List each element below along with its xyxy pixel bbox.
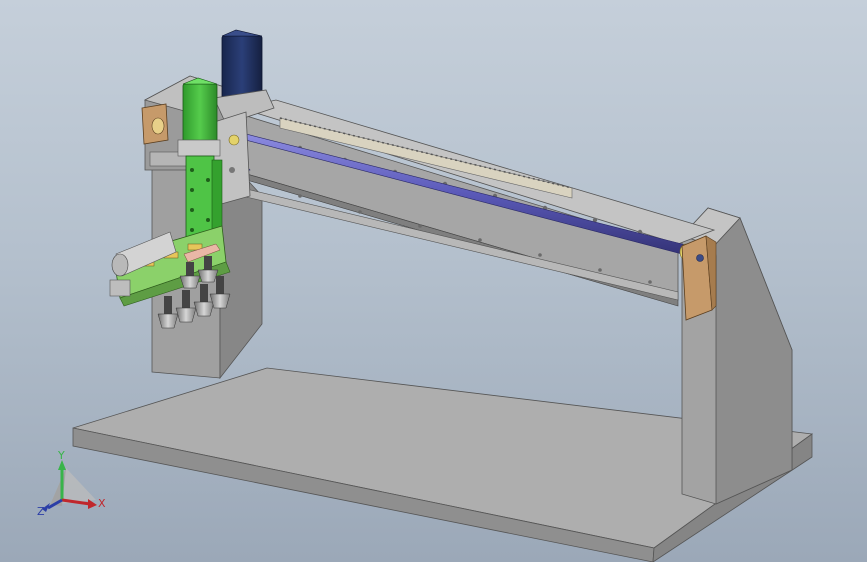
x-axis-stepper-motor[interactable] bbox=[213, 29, 275, 125]
gantry-assembly-model[interactable]: Y X Z bbox=[0, 0, 867, 562]
linear-beam[interactable] bbox=[238, 99, 716, 307]
right-end-bracket[interactable] bbox=[681, 235, 717, 321]
z-axis-stepper-motor[interactable] bbox=[177, 77, 221, 157]
x-axis-label: X bbox=[98, 497, 106, 510]
y-axis-label: Y bbox=[57, 449, 65, 462]
z-axis-label: Z bbox=[37, 505, 45, 518]
orientation-triad[interactable]: Y X Z bbox=[37, 449, 106, 518]
cad-viewport[interactable]: Y X Z bbox=[0, 0, 867, 562]
left-end-bracket[interactable] bbox=[141, 103, 169, 145]
